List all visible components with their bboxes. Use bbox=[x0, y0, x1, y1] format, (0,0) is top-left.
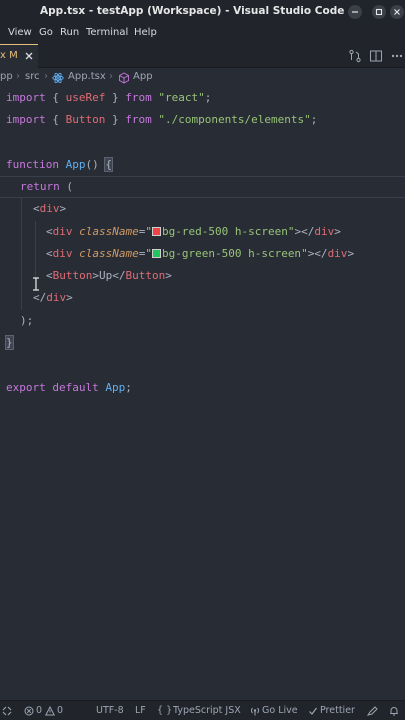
jsx-tag: div bbox=[52, 247, 73, 260]
jsx-tag: div bbox=[39, 202, 60, 215]
encoding-indicator[interactable]: UTF-8 bbox=[96, 705, 124, 716]
menu-terminal[interactable]: Terminal bbox=[86, 27, 128, 38]
keyword: import bbox=[6, 113, 46, 126]
broadcast-icon bbox=[250, 707, 260, 716]
split-editor-icon[interactable] bbox=[369, 49, 383, 63]
code-line-5: return ( bbox=[20, 180, 73, 193]
identifier: Button bbox=[65, 113, 106, 126]
text-cursor-icon bbox=[33, 277, 39, 291]
warning-count[interactable]: 0 bbox=[57, 705, 63, 716]
code-line-9: <Button>Up</Button> bbox=[46, 269, 172, 282]
code-line-14: export default App; bbox=[6, 381, 132, 394]
menu-view[interactable]: View bbox=[8, 27, 32, 38]
color-swatch-green[interactable] bbox=[151, 249, 161, 258]
status-bar: 0 0 UTF-8 LF { } TypeScript JSX Go Live … bbox=[0, 700, 405, 720]
jsx-attribute: className bbox=[79, 225, 139, 238]
jsx-component: Button bbox=[52, 269, 93, 282]
jsx-tag: div bbox=[327, 247, 348, 260]
eol-indicator[interactable]: LF bbox=[135, 705, 146, 716]
code-line-7: <div className=" bg-red-500 h-screen"></d… bbox=[46, 225, 341, 238]
string-literal: "./components/elements" bbox=[158, 113, 311, 126]
code-line-1: import { useRef } from "react"; bbox=[6, 91, 212, 104]
function-name: App bbox=[65, 158, 86, 171]
keyword: export bbox=[6, 381, 46, 394]
react-file-icon bbox=[52, 72, 64, 84]
source-control-icon[interactable] bbox=[348, 49, 362, 63]
close-icon bbox=[394, 9, 400, 15]
menu-help[interactable]: Help bbox=[134, 27, 157, 38]
breadcrumb-item-symbol[interactable]: App bbox=[133, 71, 153, 82]
minimize-icon bbox=[352, 11, 358, 13]
minimize-button[interactable] bbox=[348, 5, 362, 19]
menu-bar: View Go Run Terminal Help bbox=[0, 24, 405, 44]
close-icon[interactable] bbox=[24, 51, 34, 61]
maximize-icon bbox=[375, 8, 383, 16]
tab-label: x M bbox=[0, 50, 18, 61]
jsx-text: Up bbox=[99, 269, 113, 282]
error-count[interactable]: 0 bbox=[36, 705, 42, 716]
string-literal: bg-red-500 h-screen bbox=[161, 225, 288, 238]
warning-icon[interactable] bbox=[45, 706, 55, 716]
indent-guide bbox=[21, 198, 22, 310]
identifier: useRef bbox=[65, 91, 106, 104]
maximize-button[interactable] bbox=[372, 5, 386, 19]
breadcrumb-item-src[interactable]: src bbox=[25, 71, 40, 82]
menu-go[interactable]: Go bbox=[39, 27, 53, 38]
keyword: from bbox=[125, 113, 152, 126]
keyword: return bbox=[20, 180, 60, 193]
chevron-right-icon: › bbox=[16, 71, 20, 82]
chevron-right-icon: › bbox=[44, 71, 48, 82]
keyword: import bbox=[6, 91, 46, 104]
keyword: function bbox=[6, 158, 59, 171]
remote-icon[interactable] bbox=[2, 706, 12, 716]
keyword: from bbox=[125, 91, 152, 104]
breadcrumb-item-file[interactable]: App.tsx bbox=[68, 71, 106, 82]
code-line-4: function App() { bbox=[6, 157, 113, 172]
code-line-8: <div className=" bg-green-500 h-screen"><… bbox=[46, 247, 355, 260]
code-line-6: <div> bbox=[33, 202, 67, 215]
matched-bracket: } bbox=[5, 335, 14, 350]
chevron-right-icon: › bbox=[109, 71, 113, 82]
jsx-attribute: className bbox=[79, 247, 139, 260]
jsx-tag: div bbox=[46, 291, 67, 304]
close-window-button[interactable] bbox=[390, 5, 404, 19]
matched-bracket: { bbox=[104, 157, 113, 172]
check-icon bbox=[309, 707, 317, 715]
jsx-component: Button bbox=[125, 269, 166, 282]
string-literal: bg-green-500 h-screen bbox=[161, 247, 302, 260]
string-literal: "react" bbox=[158, 91, 205, 104]
code-line-2: import { Button } from "./components/ele… bbox=[6, 113, 318, 126]
language-mode[interactable]: TypeScript JSX bbox=[173, 705, 241, 716]
tab-app-tsx[interactable]: x M bbox=[0, 44, 38, 68]
code-line-12: } bbox=[5, 332, 14, 354]
identifier: App bbox=[105, 381, 126, 394]
go-live-button[interactable]: Go Live bbox=[262, 705, 298, 716]
jsx-tag: div bbox=[314, 225, 335, 238]
jsx-tag: div bbox=[52, 225, 73, 238]
menu-run[interactable]: Run bbox=[60, 27, 79, 38]
title-bar: App.tsx - testApp (Workspace) - Visual S… bbox=[0, 0, 405, 24]
more-actions-icon[interactable] bbox=[390, 49, 404, 63]
prettier-status[interactable]: Prettier bbox=[320, 705, 355, 716]
color-swatch-red[interactable] bbox=[151, 227, 161, 236]
keyword: default bbox=[52, 381, 99, 394]
window-title: App.tsx - testApp (Workspace) - Visual S… bbox=[40, 5, 345, 17]
code-editor[interactable]: import { useRef } from "react"; import {… bbox=[0, 87, 405, 700]
breadcrumb-item-root[interactable]: pp bbox=[0, 71, 13, 82]
feedback-icon[interactable] bbox=[367, 706, 378, 716]
tab-bar: x M bbox=[0, 44, 405, 68]
braces-icon: { } bbox=[157, 705, 173, 716]
symbol-cube-icon bbox=[119, 72, 129, 84]
breadcrumb: pp › src › App.tsx › App bbox=[0, 69, 405, 87]
code-line-11: ); bbox=[20, 314, 34, 327]
error-icon[interactable] bbox=[24, 706, 34, 716]
notifications-bell-icon[interactable] bbox=[389, 706, 399, 716]
